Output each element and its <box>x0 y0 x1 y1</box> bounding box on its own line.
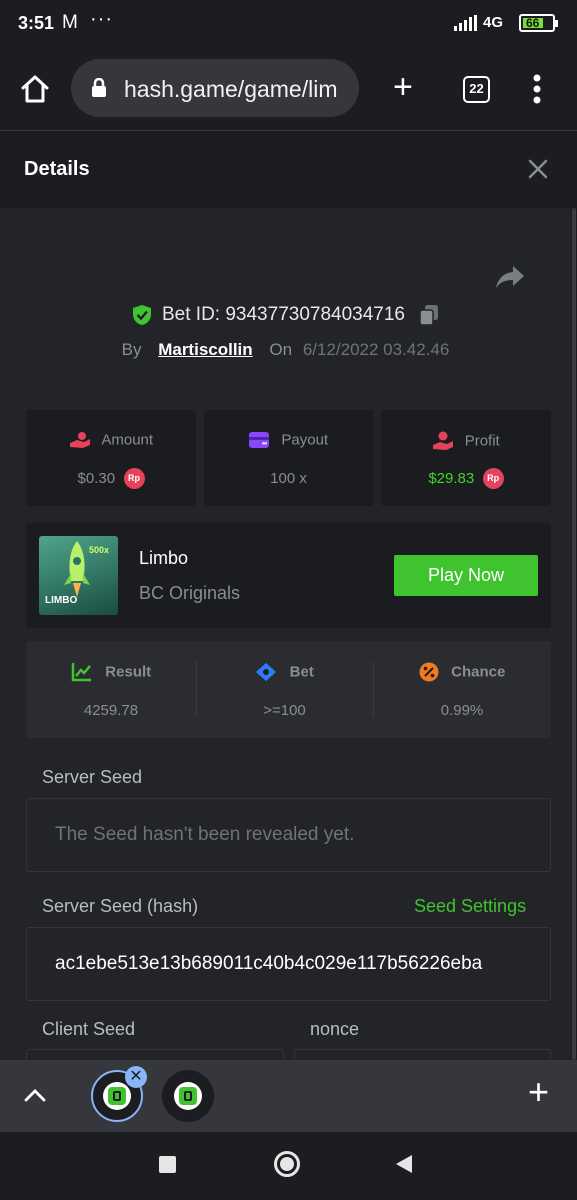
play-now-button[interactable]: Play Now <box>394 555 538 596</box>
amount-value: $0.30 <box>77 470 116 487</box>
details-title: Details <box>24 158 90 180</box>
new-tab-icon[interactable]: + <box>393 70 413 104</box>
system-nav-bar <box>0 1132 577 1200</box>
result-value: 4259.78 <box>83 702 139 719</box>
browser-toolbar: hash.game/game/lim + 22 <box>0 48 577 131</box>
share-icon[interactable] <box>495 264 525 290</box>
server-seed-field: The Seed hasn't been revealed yet. <box>26 798 551 872</box>
wallet-icon <box>248 431 269 448</box>
amount-label: Amount <box>101 431 154 449</box>
battery-icon: 66 <box>519 14 558 32</box>
bet-id-row: Bet ID: 93437730784034716 <box>0 304 571 326</box>
nonce-field[interactable] <box>294 1049 551 1060</box>
network-type: 4G <box>483 14 504 31</box>
back-button[interactable] <box>395 1154 413 1174</box>
thumb-title: LIMBO <box>45 595 78 606</box>
close-icon[interactable] <box>528 159 548 179</box>
close-tab-icon[interactable]: ✕ <box>125 1066 147 1088</box>
chance-label: Chance <box>451 663 506 681</box>
bet-datetime: 6/12/2022 03.42.46 <box>302 340 450 359</box>
game-provider: BC Originals <box>139 583 241 603</box>
lock-icon <box>92 78 106 97</box>
client-seed-label: Client Seed <box>42 1019 136 1039</box>
home-icon[interactable] <box>20 74 50 104</box>
recents-button[interactable] <box>159 1156 176 1173</box>
bet-id: Bet ID: 93437730784034716 <box>162 304 405 325</box>
server-seed-value: The Seed hasn't been revealed yet. <box>55 824 355 845</box>
nonce-label: nonce <box>310 1019 360 1039</box>
result-label: Result <box>105 663 152 681</box>
gmail-icon: M <box>62 12 78 33</box>
game-thumbnail[interactable]: 500x LIMBO <box>39 536 118 615</box>
address-bar[interactable]: hash.game/game/lim <box>71 59 359 117</box>
bet-user-link[interactable]: Martiscollin <box>158 340 252 359</box>
copy-icon[interactable] <box>419 304 439 326</box>
server-hash-label: Server Seed (hash) <box>42 896 199 916</box>
profit-value: $29.83 <box>428 470 475 487</box>
battery-level: 66 <box>526 16 540 30</box>
seed-settings-link[interactable]: Seed Settings <box>414 896 526 917</box>
payout-card: Payout 100 x <box>204 410 373 506</box>
chance-percent-icon <box>419 662 439 682</box>
bet-meta-row: By Martiscollin On 6/12/2022 03.42.46 <box>0 340 571 360</box>
bet-label: Bet <box>289 663 314 681</box>
profit-card: Profit $29.83 Rp <box>381 410 551 506</box>
rp-currency-icon: Rp <box>123 468 145 489</box>
result-chart-icon <box>71 663 91 682</box>
chance-value: 0.99% <box>440 702 484 719</box>
signal-icon <box>454 15 477 31</box>
bet-value: >=100 <box>263 702 306 719</box>
tab-group-bar: ✕ + <box>0 1060 577 1132</box>
overflow-menu-icon[interactable] <box>533 74 541 104</box>
game-name: Limbo <box>139 548 189 568</box>
profit-hand-icon <box>433 431 454 450</box>
result-card: Result 4259.78 Bet >=100 Chance 0.99% <box>26 641 551 738</box>
status-time: 3:51 <box>18 13 55 33</box>
chevron-up-icon[interactable] <box>24 1088 46 1102</box>
details-header: Details <box>0 132 577 208</box>
payout-value: 100 x <box>270 470 307 487</box>
amount-card: Amount $0.30 Rp <box>26 410 196 506</box>
home-button[interactable] <box>274 1151 300 1177</box>
client-seed-field[interactable] <box>26 1049 284 1060</box>
verified-shield-icon <box>132 305 151 325</box>
profit-label: Profit <box>464 432 500 450</box>
add-tab-icon[interactable]: + <box>528 1074 549 1110</box>
amount-hand-coin-icon <box>69 432 90 448</box>
by-label: By <box>121 340 142 359</box>
on-label: On <box>269 340 293 359</box>
bet-target-icon <box>256 663 277 681</box>
thumb-badge: 500x <box>89 545 110 555</box>
rp-currency-icon: Rp <box>482 468 504 489</box>
game-card: 500x LIMBO Limbo BC Originals Play Now <box>26 523 551 628</box>
more-notifications-icon: ··· <box>90 8 113 30</box>
server-hash-field[interactable]: ac1ebe513e13b689011c40b4c029e117b56226eb… <box>26 927 551 1001</box>
scrollbar[interactable] <box>571 208 577 1060</box>
url-text: hash.game/game/lim <box>124 76 338 102</box>
server-seed-label: Server Seed <box>42 767 143 787</box>
status-bar: 3:51 M ··· 4G 66 <box>0 0 577 48</box>
payout-label: Payout <box>281 431 329 449</box>
server-hash-value: ac1ebe513e13b689011c40b4c029e117b56226eb… <box>55 953 483 974</box>
tab-switcher-button[interactable]: 22 <box>463 76 490 103</box>
bet-details-panel: Bet ID: 93437730784034716 By Martiscolli… <box>0 208 571 1060</box>
tab-favicon[interactable] <box>162 1070 214 1122</box>
